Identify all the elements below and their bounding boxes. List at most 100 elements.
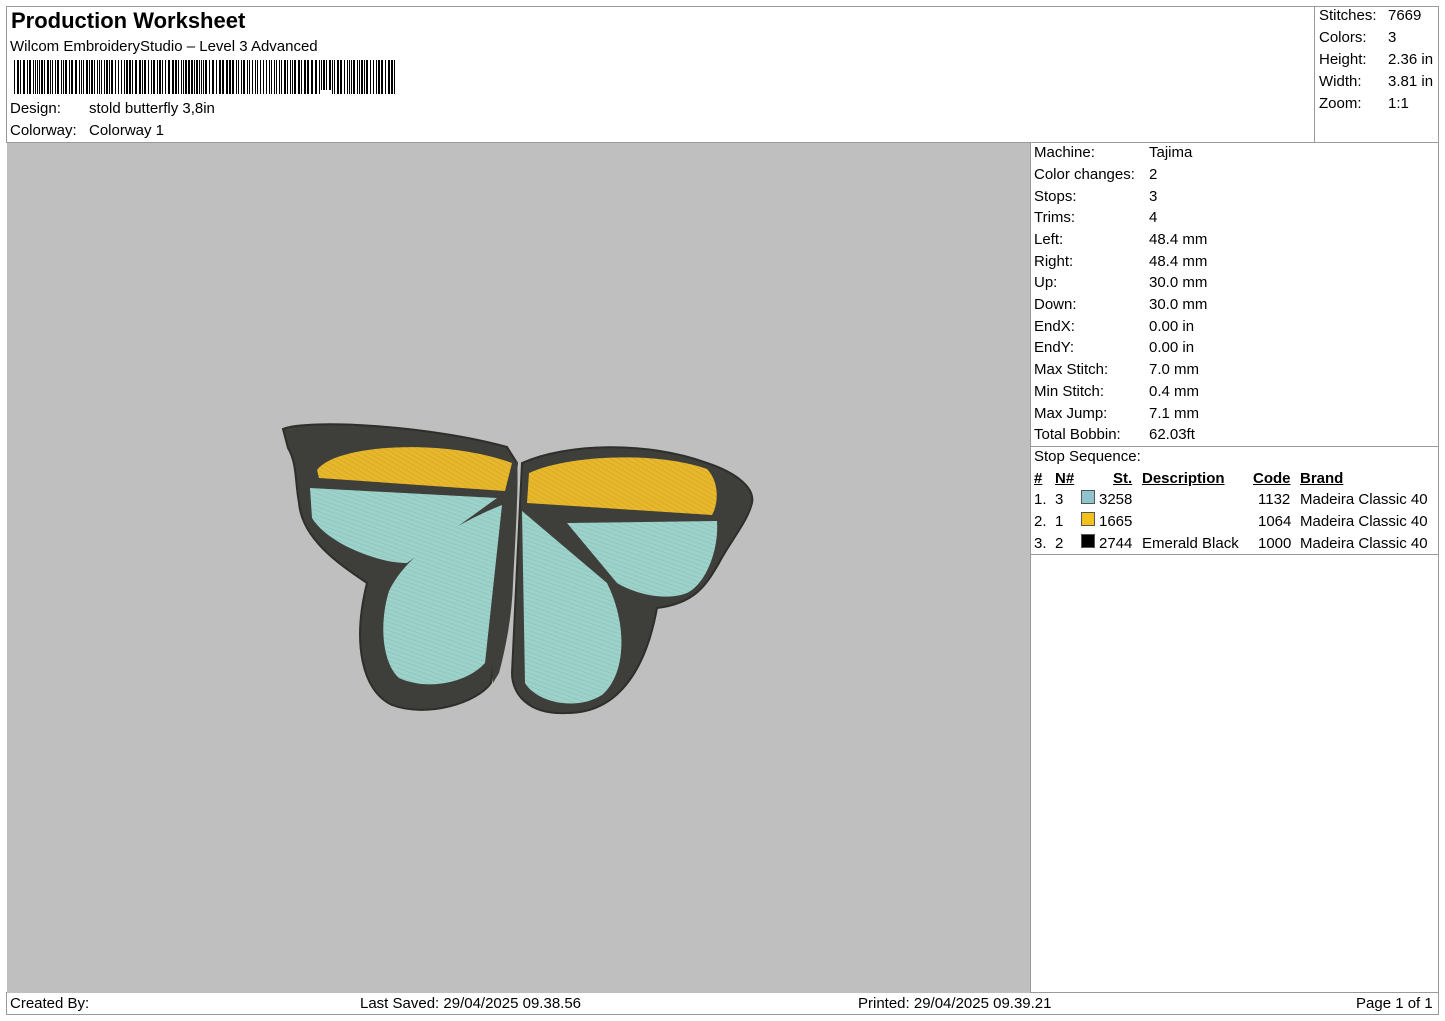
barcode [14, 60, 395, 94]
barcode-bar [347, 60, 348, 94]
barcode-bar [351, 60, 352, 94]
barcode-bar [81, 60, 82, 94]
barcode-bar [279, 60, 280, 94]
barcode-bar [292, 60, 293, 94]
barcode-bar [373, 60, 374, 94]
design-preview [7, 143, 1030, 993]
stop-sequence-title: Stop Sequence: [1034, 448, 1141, 465]
barcode-bar [311, 60, 313, 94]
summary-stitches-value: 7669 [1388, 7, 1422, 24]
barcode-bar [106, 60, 108, 94]
design-label: Design: [10, 100, 61, 117]
barcode-bar [219, 60, 221, 94]
barcode-bar [332, 60, 333, 94]
barcode-bar [194, 60, 195, 94]
barcode-bar [281, 60, 282, 94]
barcode-bar [222, 60, 224, 94]
barcode-bar [381, 60, 383, 94]
barcode-bar [209, 60, 210, 94]
design-value: stold butterfly 3,8in [89, 100, 215, 117]
summary-zoom-value: 1:1 [1388, 95, 1409, 112]
barcode-bar [50, 60, 51, 94]
barcode-bar [216, 60, 217, 94]
barcode-bar [157, 60, 158, 94]
barcode-bar [340, 60, 342, 94]
barcode-bar [304, 60, 306, 94]
barcode-bar [271, 60, 272, 94]
barcode-bar [52, 60, 53, 94]
row-code: 1000 [1258, 535, 1292, 552]
barcode-bar [162, 60, 163, 94]
barcode-bar [287, 60, 288, 94]
barcode-bar [243, 60, 245, 94]
footer-frame [6, 992, 1439, 1015]
barcode-bar [366, 60, 368, 94]
barcode-bar [121, 60, 122, 94]
barcode-bar [290, 60, 291, 94]
barcode-bar [315, 60, 317, 94]
info-label: Left: [1034, 231, 1064, 248]
barcode-bar [201, 60, 202, 94]
barcode-bar [276, 60, 277, 94]
info-value: 7.1 mm [1149, 405, 1200, 422]
barcode-bar [17, 60, 19, 94]
info-value: Tajima [1149, 144, 1193, 161]
barcode-bar [232, 60, 234, 94]
barcode-bar [109, 60, 110, 94]
barcode-bar [79, 60, 80, 94]
info-value: 30.0 mm [1149, 274, 1208, 291]
barcode-bar [266, 60, 267, 94]
barcode-bar [260, 60, 261, 94]
barcode-bar [101, 60, 102, 94]
info-value: 48.4 mm [1149, 231, 1208, 248]
row-stitches: 1665 [1099, 513, 1133, 530]
info-label: Color changes: [1034, 166, 1135, 183]
info-value: 4 [1149, 209, 1158, 226]
col-header-description: Description [1142, 470, 1225, 487]
info-value: 0.00 in [1149, 339, 1195, 356]
barcode-bar [47, 60, 49, 94]
barcode-bar [183, 60, 184, 94]
barcode-bar [212, 60, 214, 94]
info-label: Stops: [1034, 188, 1077, 205]
info-label: Total Bobbin: [1034, 426, 1121, 443]
barcode-bar [378, 60, 380, 94]
barcode-bar [55, 60, 56, 94]
footer-printed: Printed: 29/04/2025 09.39.21 [858, 995, 1052, 1012]
row-stitches: 2744 [1099, 535, 1133, 552]
info-label: Max Stitch: [1034, 361, 1109, 378]
row-brand: Madeira Classic 40 [1300, 513, 1428, 530]
info-value: 7.0 mm [1149, 361, 1200, 378]
barcode-bar [181, 60, 182, 94]
barcode-bar [349, 60, 350, 94]
summary-height-value: 2.36 in [1388, 51, 1434, 68]
color-swatch [1081, 534, 1095, 548]
barcode-bar [175, 60, 177, 94]
row-needle: 2 [1055, 535, 1064, 552]
barcode-bar [334, 60, 335, 94]
barcode-bar [57, 60, 59, 94]
info-label: EndX: [1034, 318, 1075, 335]
row-code: 1132 [1258, 491, 1291, 508]
info-value: 62.03ft [1149, 426, 1195, 443]
row-num: 1. [1034, 491, 1047, 508]
barcode-bar [69, 60, 70, 94]
barcode-bar [89, 60, 90, 94]
barcode-bar [104, 60, 105, 94]
info-value: 48.4 mm [1149, 253, 1208, 270]
barcode-bar [269, 60, 270, 94]
barcode-bar [337, 60, 339, 94]
barcode-bar [359, 60, 360, 94]
barcode-bar [344, 60, 345, 94]
info-label: Machine: [1034, 144, 1095, 161]
barcode-bar [75, 60, 77, 94]
info-value: 30.0 mm [1149, 296, 1208, 313]
info-label: Up: [1034, 274, 1058, 291]
barcode-bar [394, 60, 395, 94]
barcode-bar [139, 60, 141, 94]
barcode-bar [241, 60, 242, 94]
summary-zoom-label: Zoom: [1319, 95, 1362, 112]
barcode-bar [144, 60, 146, 94]
barcode-bar [115, 60, 116, 94]
barcode-bar [249, 60, 250, 94]
